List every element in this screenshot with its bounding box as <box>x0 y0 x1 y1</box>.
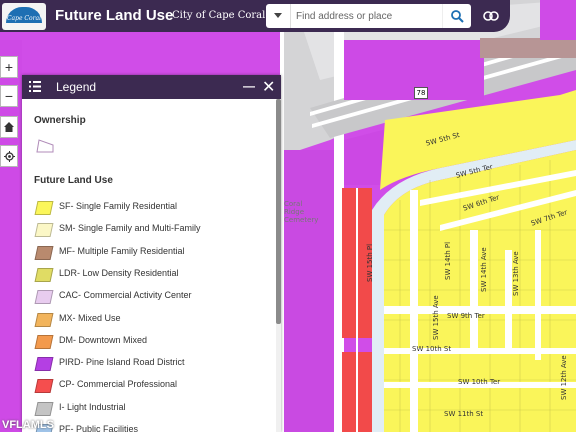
search-input[interactable] <box>296 7 436 25</box>
legend-scrollbar[interactable] <box>276 99 281 432</box>
legend-swatch <box>34 379 54 394</box>
legend-item-label: MX- Mixed Use <box>59 312 121 323</box>
legend-swatch <box>34 267 54 282</box>
legend-item-label: MF- Multiple Family Residential <box>59 245 185 256</box>
street-label: SW 11th St <box>444 410 484 418</box>
city-logo: Cape Coral <box>2 3 46 30</box>
legend-title: Legend <box>56 80 97 94</box>
street-label: SW 14th Pl <box>444 241 452 280</box>
search-icon <box>450 9 464 23</box>
app-header: Cape Coral Future Land Use City of Cape … <box>0 0 510 32</box>
search-source-dropdown[interactable] <box>266 4 291 28</box>
close-button[interactable]: ✕ <box>262 77 275 97</box>
zoom-in-button[interactable]: + <box>0 56 18 78</box>
list-icon <box>29 81 41 92</box>
legend-item-label: SF- Single Family Residential <box>59 201 178 211</box>
ownership-heading: Ownership <box>34 115 86 126</box>
legend-panel: Legend — ✕ Ownership Future Land Use SF-… <box>22 75 281 432</box>
legend-swatch <box>34 290 54 305</box>
legend-swatch <box>34 312 54 327</box>
ownership-swatch <box>36 139 54 153</box>
legend-item-label: DM- Downtown Mixed <box>59 334 148 345</box>
street-label: SW 15th Ave <box>432 295 440 340</box>
legend-swatch <box>34 223 54 238</box>
scrollbar-thumb[interactable] <box>276 99 281 324</box>
chevron-down-icon <box>274 13 282 18</box>
legend-swatch <box>34 201 54 215</box>
street-label: SW 10th St <box>412 345 452 353</box>
legend-swatch <box>34 245 54 260</box>
legend-item-label: CAC- Commercial Activity Center <box>59 290 192 301</box>
street-label: SW 10th Ter <box>458 378 501 386</box>
search-button[interactable] <box>442 4 471 28</box>
feature-label: Coral Ridge Cemetery <box>284 200 319 224</box>
locate-button[interactable] <box>0 145 18 167</box>
street-label: SW 9th Ter <box>447 312 485 320</box>
legend-item-label: LDR- Low Density Residential <box>59 267 179 278</box>
search-box <box>266 4 471 28</box>
street-label: SW 14th Ave <box>480 247 488 292</box>
legend-item-label: PF- Public Facilities <box>59 424 139 432</box>
minimize-button[interactable]: — <box>243 79 255 93</box>
legend-item-label: SM- Single Family and Multi-Family <box>59 223 201 234</box>
legend-item-label: PIRD- Pine Island Road District <box>59 357 185 368</box>
legend-item-label: I- Light Industrial <box>59 401 126 412</box>
legend-item-label: CP- Commercial Professional <box>59 379 178 390</box>
zoom-out-button[interactable]: − <box>0 85 18 107</box>
locate-icon <box>3 150 15 162</box>
street-label: SW 12th Ave <box>560 355 568 400</box>
link-icon <box>483 11 499 21</box>
future-land-use-heading: Future Land Use <box>34 175 113 186</box>
mls-watermark: VFLAMLS <box>2 419 54 431</box>
legend-swatch <box>34 357 54 372</box>
street-label: SW 13th Ave <box>512 251 520 296</box>
legend-swatch <box>34 401 54 416</box>
app-title: Future Land Use <box>55 7 174 24</box>
highway-shield: 78 <box>414 87 428 99</box>
home-icon <box>4 122 14 132</box>
home-button[interactable] <box>0 116 18 138</box>
legend-swatch <box>34 334 54 349</box>
legend-header: Legend — ✕ <box>22 75 281 99</box>
share-link-button[interactable] <box>480 5 502 27</box>
legend-body: Ownership Future Land Use SF- Single Fam… <box>22 99 274 432</box>
street-label: SW 15th Pl <box>366 243 374 282</box>
